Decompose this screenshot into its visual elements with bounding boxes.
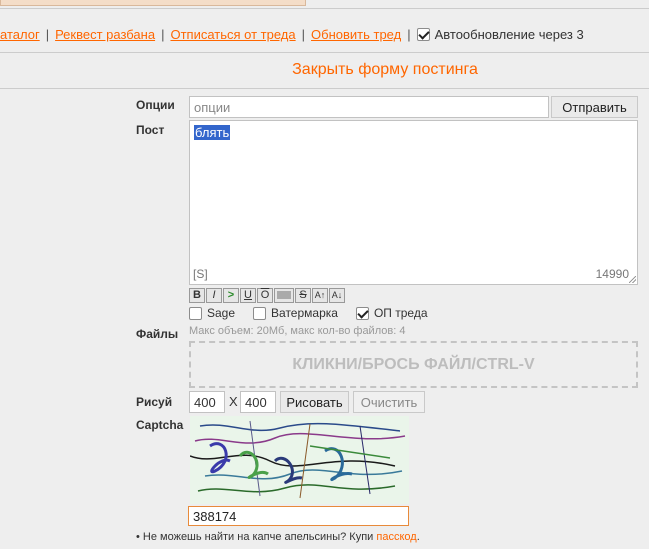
- separator: |: [45, 26, 50, 42]
- separator: |: [161, 26, 165, 42]
- draw-width-input[interactable]: 400: [189, 391, 225, 413]
- clear-button[interactable]: Очистить: [353, 391, 425, 413]
- options-label: Опции: [136, 98, 175, 112]
- draw-button[interactable]: Рисовать: [280, 391, 349, 413]
- previous-post-edge: [0, 0, 306, 6]
- post-text-selection: блять: [194, 125, 231, 140]
- file-dropzone[interactable]: КЛИКНИ/БРОСЬ ФАЙЛ/CTRL-V: [189, 341, 638, 388]
- dimension-separator: X: [229, 394, 238, 409]
- overline-button[interactable]: O: [257, 288, 273, 303]
- captcha-label: Captcha: [136, 418, 184, 432]
- passcode-period: .: [416, 531, 420, 543]
- captcha-image[interactable]: [190, 416, 409, 504]
- refresh-thread-link[interactable]: Обновить тред: [311, 27, 401, 42]
- close-posting-form-link[interactable]: Закрыть форму постинга: [0, 61, 649, 79]
- thread-nav-links: аталог | Реквест разбана | Отписаться от…: [0, 24, 584, 44]
- passcode-link[interactable]: пасскод: [376, 531, 416, 543]
- watermark-label: Ватермарка: [271, 306, 338, 320]
- spoiler-button[interactable]: [274, 288, 294, 303]
- subscript-button[interactable]: A↓: [329, 288, 345, 303]
- passcode-promo: • Не можешь найти на капче апельсины? Ку…: [136, 531, 420, 543]
- draw-label: Рисуй: [136, 395, 173, 409]
- catalog-link[interactable]: аталог: [0, 27, 40, 42]
- submit-button[interactable]: Отправить: [551, 96, 638, 118]
- post-label: Пост: [136, 123, 165, 137]
- options-input[interactable]: опции: [189, 96, 549, 118]
- post-content: блять: [194, 125, 231, 140]
- formatting-toolbar: B I > U O S A↑ A↓: [189, 288, 345, 303]
- post-options: Sage Ватермарка ОП треда: [189, 306, 446, 320]
- sage-label: Sage: [207, 306, 236, 320]
- divider: [0, 52, 649, 53]
- sage-option[interactable]: Sage: [189, 306, 235, 320]
- italic-button[interactable]: I: [206, 288, 222, 303]
- watermark-option[interactable]: Ватермарка: [253, 306, 338, 320]
- passcode-text: • Не можешь найти на капче апельсины? Ку…: [136, 531, 374, 543]
- strike-button[interactable]: S: [295, 288, 311, 303]
- superscript-button[interactable]: A↑: [312, 288, 328, 303]
- divider: [0, 88, 649, 89]
- spoiler-icon: [277, 291, 291, 300]
- separator: |: [407, 26, 411, 42]
- op-label: ОП треда: [373, 306, 428, 320]
- divider: [0, 8, 649, 9]
- post-textarea[interactable]: блять [S] 14990: [189, 120, 638, 285]
- watermark-checkbox[interactable]: [253, 306, 267, 320]
- captcha-noise-graphic: [190, 420, 406, 499]
- auto-refresh-checkbox[interactable]: [416, 27, 430, 41]
- files-label: Файлы: [136, 327, 179, 341]
- separator: |: [301, 26, 306, 42]
- draw-height-input[interactable]: 400: [240, 391, 276, 413]
- bold-button[interactable]: B: [189, 288, 205, 303]
- char-counter: 14990: [595, 267, 629, 281]
- sage-tag: [S]: [193, 267, 208, 281]
- request-unban-link[interactable]: Реквест разбана: [55, 27, 155, 42]
- op-checkbox[interactable]: [355, 306, 369, 320]
- quote-button[interactable]: >: [223, 288, 239, 303]
- op-option[interactable]: ОП треда: [355, 306, 428, 320]
- sage-checkbox[interactable]: [189, 306, 202, 320]
- resize-handle-icon[interactable]: [629, 276, 636, 283]
- underline-button[interactable]: U: [240, 288, 256, 303]
- captcha-input[interactable]: 388174: [188, 506, 409, 526]
- files-hint: Макс объем: 20Мб, макс кол-во файлов: 4: [189, 325, 406, 337]
- auto-refresh-label: Автообновление через 3: [434, 26, 584, 42]
- unsubscribe-link[interactable]: Отписаться от треда: [170, 27, 295, 42]
